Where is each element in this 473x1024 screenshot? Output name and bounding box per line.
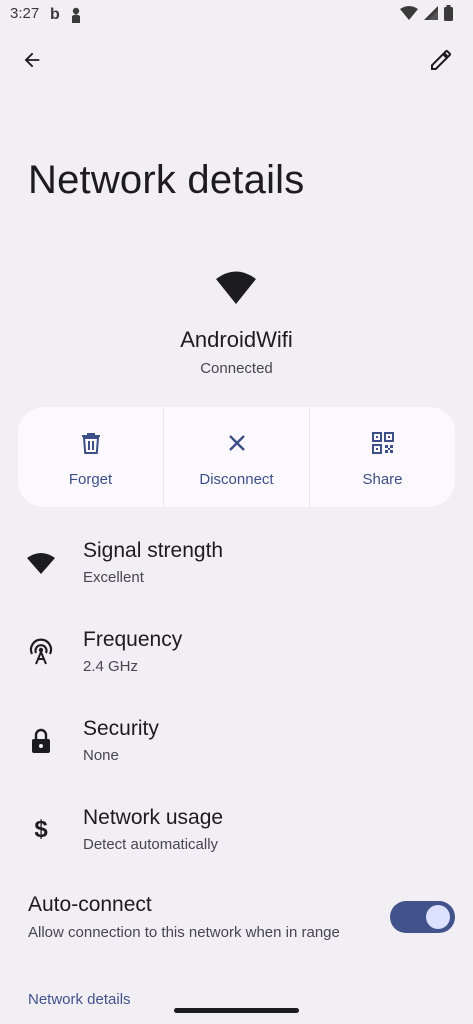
person-icon bbox=[71, 7, 80, 23]
battery-icon bbox=[444, 5, 453, 21]
security-title: Security bbox=[83, 717, 159, 740]
frequency-row[interactable]: Frequency 2.4 GHz bbox=[0, 628, 473, 698]
edit-button[interactable] bbox=[423, 42, 459, 78]
disconnect-button[interactable]: Disconnect bbox=[163, 407, 309, 507]
security-value: None bbox=[83, 747, 119, 764]
wifi-icon bbox=[27, 549, 55, 577]
antenna-icon bbox=[27, 638, 55, 666]
signal-strength-title: Signal strength bbox=[83, 539, 224, 562]
status-right-icons bbox=[400, 5, 453, 21]
signal-strength-value: Excellent bbox=[83, 569, 144, 586]
network-status: Connected bbox=[200, 360, 273, 377]
lock-icon bbox=[27, 727, 55, 755]
status-time: 3:27 bbox=[10, 5, 40, 22]
actions-card: Forget Disconnect Share bbox=[18, 407, 455, 507]
auto-connect-toggle[interactable] bbox=[390, 901, 455, 933]
network-usage-value: Detect automatically bbox=[83, 836, 219, 853]
frequency-title: Frequency bbox=[83, 628, 183, 651]
wifi-icon bbox=[400, 6, 418, 20]
frequency-value: 2.4 GHz bbox=[83, 658, 139, 675]
back-button[interactable] bbox=[14, 42, 50, 78]
dollar-icon: $ bbox=[34, 816, 48, 843]
toggle-knob bbox=[426, 905, 450, 929]
share-button[interactable]: Share bbox=[309, 407, 455, 507]
network-usage-title: Network usage bbox=[83, 806, 224, 829]
security-row[interactable]: Security None bbox=[0, 717, 473, 787]
auto-connect-subtitle: Allow connection to this network when in… bbox=[28, 924, 340, 941]
disconnect-label: Disconnect bbox=[199, 471, 274, 488]
cell-signal-icon bbox=[424, 6, 438, 20]
network-name: AndroidWifi bbox=[180, 327, 293, 352]
status-left-icons: b bbox=[50, 6, 82, 24]
status-bar: 3:27 b bbox=[0, 0, 473, 30]
forget-label: Forget bbox=[68, 471, 113, 488]
arrow-back-icon bbox=[24, 52, 40, 68]
page-title: Network details bbox=[28, 158, 305, 202]
network-details-section-link[interactable]: Network details bbox=[28, 991, 131, 1008]
signal-strength-row[interactable]: Signal strength Excellent bbox=[0, 539, 473, 609]
share-label: Share bbox=[362, 471, 403, 488]
trash-icon bbox=[79, 431, 103, 455]
auto-connect-title: Auto-connect bbox=[28, 893, 152, 916]
forget-button[interactable]: Forget bbox=[18, 407, 163, 507]
wifi-large-icon bbox=[216, 271, 256, 304]
close-icon bbox=[225, 431, 249, 455]
network-usage-row[interactable]: $ Network usage Detect automatically bbox=[0, 806, 473, 876]
pencil-icon bbox=[431, 50, 451, 70]
gesture-nav-handle[interactable] bbox=[174, 1008, 299, 1013]
network-details-screen: 3:27 b Network details AndroidWifi Conne… bbox=[0, 0, 473, 1024]
auto-connect-row: Auto-connect Allow connection to this ne… bbox=[0, 893, 473, 953]
qr-code-icon bbox=[371, 431, 395, 455]
b-app-icon: b bbox=[50, 6, 60, 23]
